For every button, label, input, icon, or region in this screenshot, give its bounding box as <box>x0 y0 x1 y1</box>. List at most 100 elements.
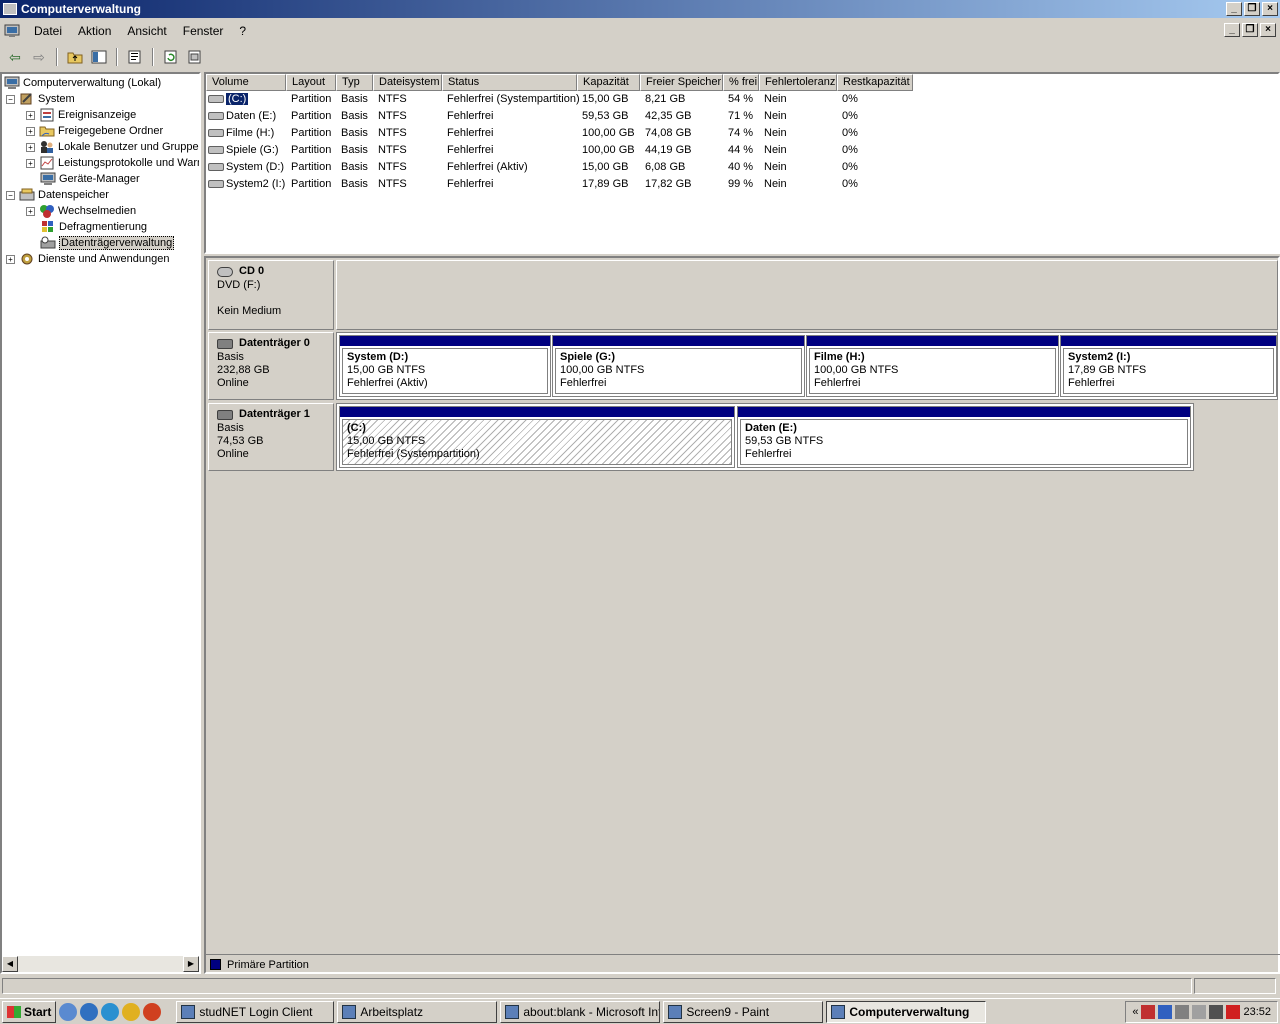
column-header-overhead[interactable]: Restkapazität <box>837 74 913 91</box>
tray-app-icon[interactable] <box>1209 1005 1224 1019</box>
partition-spiele-g[interactable]: Spiele (G:) 100,00 GB NTFS Fehlerfrei <box>552 335 805 397</box>
properties-icon[interactable] <box>124 47 146 67</box>
column-header-filesystem[interactable]: Dateisystem <box>373 74 442 91</box>
free-space-cell: 42,35 GB <box>645 110 692 122</box>
partition-c[interactable]: (C:) 15,00 GB NTFS Fehlerfrei (Systempar… <box>339 406 735 468</box>
table-row[interactable]: Spiele (G:) Partition Basis NTFS Fehlerf… <box>206 142 1278 159</box>
maximize-button[interactable]: ❐ <box>1244 2 1260 16</box>
table-row[interactable]: Daten (E:) Partition Basis NTFS Fehlerfr… <box>206 108 1278 125</box>
mdi-minimize-button[interactable]: _ <box>1224 23 1240 37</box>
mdi-window-icon[interactable] <box>4 24 20 38</box>
scroll-track[interactable] <box>18 956 183 972</box>
up-folder-icon[interactable] <box>64 47 86 67</box>
column-header-volume[interactable]: Volume <box>206 74 286 91</box>
tree-item-local-users[interactable]: + Lokale Benutzer und Gruppe <box>26 139 199 155</box>
task-paint[interactable]: Screen9 - Paint <box>663 1000 824 1023</box>
task-computerverwaltung[interactable]: Computerverwaltung <box>826 1000 987 1023</box>
export-list-icon[interactable] <box>184 47 206 67</box>
column-header-fault-tolerance[interactable]: Fehlertoleranz <box>759 74 837 91</box>
tree-item-shared-folders[interactable]: + Freigegebene Ordner <box>26 123 163 139</box>
start-button[interactable]: Start <box>2 1000 57 1023</box>
disk-row-disk1[interactable]: Datenträger 1 Basis 74,53 GB Online (C:)… <box>208 403 1278 471</box>
collapse-icon[interactable]: − <box>6 94 15 104</box>
tree-item-event-viewer[interactable]: + Ereignisanzeige <box>26 107 136 123</box>
tree-item-removable-storage[interactable]: + Wechselmedien <box>26 203 136 219</box>
network-icon[interactable] <box>1141 1005 1156 1019</box>
disk-info-disk0[interactable]: Datenträger 0 Basis 232,88 GB Online <box>208 332 334 400</box>
partition-filme-h[interactable]: Filme (H:) 100,00 GB NTFS Fehlerfrei <box>806 335 1059 397</box>
connection-icon[interactable] <box>1158 1005 1173 1019</box>
menu-fenster[interactable]: Fenster <box>175 24 232 38</box>
column-header-percent-free[interactable]: % frei <box>723 74 759 91</box>
tree-item-disk-management[interactable]: Datenträgerverwaltung <box>40 235 175 251</box>
show-desktop-icon[interactable] <box>59 1002 78 1021</box>
menu-aktion[interactable]: Aktion <box>70 24 119 38</box>
scroll-right-icon[interactable]: ▶ <box>183 956 199 972</box>
tree-item-services-apps[interactable]: + Dienste und Anwendungen <box>6 251 170 267</box>
expand-icon[interactable]: + <box>6 254 15 264</box>
task-studnet[interactable]: studNET Login Client <box>176 1000 335 1023</box>
disk-info-cd0[interactable]: CD 0 DVD (F:) Kein Medium <box>208 260 334 330</box>
partition-daten-e[interactable]: Daten (E:) 59,53 GB NTFS Fehlerfrei <box>737 406 1191 468</box>
back-arrow-icon[interactable]: ⇦ <box>4 47 26 67</box>
menu-ansicht[interactable]: Ansicht <box>119 24 174 38</box>
menu-datei[interactable]: Datei <box>26 24 70 38</box>
tray-expand-icon[interactable]: « <box>1132 1006 1138 1018</box>
table-row[interactable]: System2 (I:) Partition Basis NTFS Fehler… <box>206 176 1278 193</box>
table-row[interactable]: System (D:) Partition Basis NTFS Fehlerf… <box>206 159 1278 176</box>
tree-item-root[interactable]: Computerverwaltung (Lokal) <box>4 75 161 91</box>
task-ie-blank[interactable]: about:blank - Microsoft Int... <box>500 1000 661 1023</box>
column-header-layout[interactable]: Layout <box>286 74 336 91</box>
tree-item-device-manager[interactable]: Geräte-Manager <box>40 171 140 187</box>
antivirus-icon[interactable] <box>1226 1005 1241 1019</box>
table-row[interactable]: (C:) Partition Basis NTFS Fehlerfrei (Sy… <box>206 91 1278 108</box>
table-row[interactable]: Filme (H:) Partition Basis NTFS Fehlerfr… <box>206 125 1278 142</box>
free-space-cell: 74,08 GB <box>645 127 692 139</box>
mdi-close-button[interactable]: × <box>1260 23 1276 37</box>
expand-icon[interactable]: + <box>26 206 35 216</box>
refresh-icon[interactable] <box>160 47 182 67</box>
column-header-free-space[interactable]: Freier Speicher <box>640 74 723 91</box>
minimize-button[interactable]: _ <box>1226 2 1242 16</box>
tree-item-system[interactable]: − System <box>6 91 75 107</box>
drive-icon <box>208 180 224 188</box>
tree-item-performance-logs[interactable]: + Leistungsprotokolle und Warn <box>26 155 199 171</box>
close-button[interactable]: × <box>1262 2 1278 16</box>
collapse-icon[interactable]: − <box>6 190 15 200</box>
menu-help[interactable]: ? <box>231 24 254 38</box>
filesystem-cell: NTFS <box>378 178 407 190</box>
task-label: Computerverwaltung <box>849 1004 970 1019</box>
partition-system-d[interactable]: System (D:) 15,00 GB NTFS Fehlerfrei (Ak… <box>339 335 551 397</box>
browser-icon[interactable] <box>101 1002 120 1021</box>
partition-status: Fehlerfrei <box>745 448 792 460</box>
layout-cell: Partition <box>291 127 332 139</box>
device-icon[interactable] <box>1175 1005 1190 1019</box>
tree-item-storage[interactable]: − Datenspeicher <box>6 187 109 203</box>
capacity-cell: 100,00 GB <box>582 144 635 156</box>
tree-horizontal-scrollbar[interactable]: ◀ ▶ <box>2 956 199 972</box>
expand-icon[interactable]: + <box>26 142 35 152</box>
capacity-cell: 15,00 GB <box>582 93 629 105</box>
volume-icon[interactable] <box>1192 1005 1207 1019</box>
scroll-left-icon[interactable]: ◀ <box>2 956 18 972</box>
tree-item-defragmentation[interactable]: Defragmentierung <box>40 219 147 235</box>
expand-icon[interactable]: + <box>26 158 35 168</box>
mdi-restore-button[interactable]: ❐ <box>1242 23 1258 37</box>
disk-info-disk1[interactable]: Datenträger 1 Basis 74,53 GB Online <box>208 403 334 471</box>
column-header-capacity[interactable]: Kapazität <box>577 74 640 91</box>
expand-icon[interactable]: + <box>26 110 35 120</box>
firefox-icon[interactable] <box>143 1002 162 1021</box>
column-header-type[interactable]: Typ <box>336 74 373 91</box>
task-label: about:blank - Microsoft Int... <box>523 1004 661 1019</box>
expand-icon[interactable]: + <box>26 126 35 136</box>
column-header-status[interactable]: Status <box>442 74 577 91</box>
disk-row-disk0[interactable]: Datenträger 0 Basis 232,88 GB Online Sys… <box>208 332 1278 400</box>
task-arbeitsplatz[interactable]: Arbeitsplatz <box>337 1000 498 1023</box>
ie-icon[interactable] <box>80 1002 99 1021</box>
partition-system2-i[interactable]: System2 (I:) 17,89 GB NTFS Fehlerfrei <box>1060 335 1277 397</box>
show-hide-tree-icon[interactable] <box>88 47 110 67</box>
forward-arrow-icon[interactable]: ⇨ <box>28 47 50 67</box>
media-player-icon[interactable] <box>122 1002 141 1021</box>
disk-row-cd0[interactable]: CD 0 DVD (F:) Kein Medium <box>208 260 1278 330</box>
disk-size: 74,53 GB <box>217 435 264 447</box>
